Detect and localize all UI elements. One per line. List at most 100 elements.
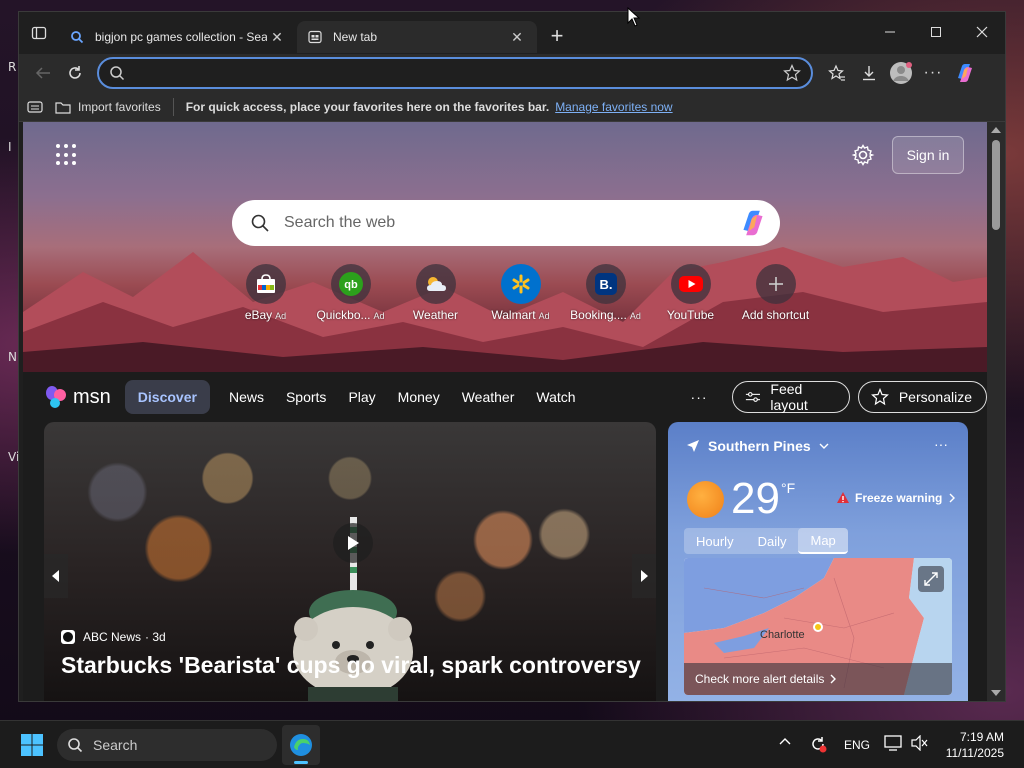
chevron-right-icon — [949, 493, 956, 503]
start-button[interactable] — [20, 733, 44, 762]
scroll-down-icon[interactable] — [987, 687, 1005, 699]
news-headline[interactable]: Starbucks 'Bearista' cups go viral, spar… — [61, 652, 651, 679]
freeze-warning-link[interactable]: Freeze warning — [836, 491, 956, 505]
close-window-button[interactable] — [959, 12, 1005, 52]
ad-badge: Ad — [275, 311, 287, 321]
address-bar[interactable] — [97, 57, 813, 89]
refresh-icon — [69, 66, 81, 79]
temperature-unit[interactable]: °F — [781, 480, 795, 496]
desktop-icon-label[interactable]: N — [8, 350, 17, 364]
show-hidden-icons-button[interactable] — [778, 735, 792, 749]
nav-tab-money[interactable]: Money — [387, 380, 451, 414]
title-bar: bigjon pc games collection - Sear ✕ New … — [19, 12, 1005, 54]
chevron-right-icon — [830, 674, 837, 684]
desktop-icon-label[interactable]: I — [8, 140, 12, 154]
expand-map-button[interactable] — [918, 566, 944, 592]
profile-button[interactable] — [885, 57, 917, 89]
taskbar-edge-button[interactable] — [282, 725, 320, 765]
weather-tab-map[interactable]: Map — [798, 528, 848, 554]
search-icon — [110, 66, 125, 81]
nav-tab-weather[interactable]: Weather — [451, 380, 526, 414]
clock-time: 7:19 AM — [959, 730, 1004, 744]
weather-map[interactable]: Charlotte Check more alert details — [684, 558, 952, 695]
network-icon[interactable] — [884, 735, 902, 756]
page-scrollbar[interactable] — [987, 122, 1005, 701]
downloads-button[interactable] — [853, 57, 885, 89]
weather-location[interactable]: Southern Pines — [686, 438, 829, 454]
taskbar-search[interactable]: Search — [57, 729, 277, 761]
weather-more-button[interactable]: ··· — [934, 436, 948, 452]
msn-logo[interactable]: msn — [45, 385, 111, 409]
settings-more-button[interactable]: ··· — [917, 57, 949, 89]
web-search-input[interactable] — [284, 214, 738, 232]
msn-nav-bar: msn Discover News Sports Play Money Weat… — [23, 372, 987, 422]
nav-tab-news[interactable]: News — [218, 380, 275, 414]
favorites-hint: For quick access, place your favorites h… — [185, 99, 550, 114]
star-favorite-icon[interactable] — [783, 64, 801, 82]
minimize-button[interactable] — [867, 12, 913, 52]
tab-search[interactable]: bigjon pc games collection - Sear ✕ — [59, 21, 297, 53]
import-favorites-button[interactable]: Import favorites — [78, 100, 161, 114]
shortcut-ebay[interactable]: eBay Ad — [223, 264, 308, 322]
window-controls — [867, 12, 1005, 52]
scroll-up-icon[interactable] — [987, 124, 1005, 136]
favorites-button[interactable] — [821, 57, 853, 89]
back-button[interactable] — [27, 57, 59, 89]
windows-logo-icon — [21, 734, 43, 756]
shortcut-walmart[interactable]: Walmart Ad — [478, 264, 563, 322]
address-input[interactable] — [135, 65, 783, 81]
ad-badge: Ad — [629, 311, 641, 321]
favorites-icon — [828, 64, 845, 81]
tab-new-tab[interactable]: New tab ✕ — [297, 21, 537, 53]
booking-icon: B. — [585, 264, 626, 304]
tab-actions-button[interactable] — [19, 12, 59, 54]
nav-tab-play[interactable]: Play — [337, 380, 386, 414]
feed-layout-button[interactable]: Feed layout — [731, 381, 850, 413]
weather-tab-daily[interactable]: Daily — [746, 528, 799, 554]
nav-tab-discover[interactable]: Discover — [124, 380, 210, 414]
play-video-button[interactable] — [333, 523, 373, 563]
desktop-icon-label[interactable]: R — [8, 60, 16, 74]
carousel-next-button[interactable] — [632, 554, 656, 598]
weather-tab-hourly[interactable]: Hourly — [684, 528, 746, 554]
news-age: · 3d — [145, 630, 166, 644]
refresh-button[interactable] — [59, 57, 91, 89]
alert-details-link[interactable]: Check more alert details — [684, 663, 952, 695]
gear-icon[interactable] — [851, 143, 875, 167]
new-tab-button[interactable]: + — [539, 20, 575, 52]
ebay-icon — [245, 264, 286, 304]
tab-title: New tab — [333, 30, 378, 44]
shortcut-weather[interactable]: Weather — [393, 264, 478, 322]
manage-favorites-link[interactable]: Manage favorites now — [555, 100, 672, 114]
apps-launcher-icon[interactable] — [56, 144, 78, 166]
scroll-thumb[interactable] — [992, 140, 1000, 230]
shortcut-add[interactable]: Add shortcut — [733, 264, 818, 322]
close-tab-icon[interactable]: ✕ — [507, 27, 527, 47]
web-search-box[interactable] — [232, 200, 780, 246]
copilot-button[interactable] — [949, 57, 981, 89]
sign-in-button[interactable]: Sign in — [892, 136, 964, 174]
language-indicator[interactable]: ENG — [844, 738, 870, 752]
volume-muted-icon[interactable] — [910, 734, 928, 756]
more-dots-icon: ··· — [923, 64, 943, 81]
sync-status-icon[interactable] — [808, 734, 828, 759]
shortcut-youtube[interactable]: YouTube — [648, 264, 733, 322]
system-clock[interactable]: 7:19 AM 11/11/2025 — [946, 729, 1004, 761]
copilot-icon[interactable] — [738, 208, 768, 238]
sparkle-edit-icon — [870, 388, 889, 406]
svg-text:B.: B. — [599, 277, 612, 292]
personalize-button[interactable]: Personalize — [857, 381, 987, 413]
shortcut-quickbooks[interactable]: qb Quickbo... Ad — [308, 264, 393, 322]
location-name: Southern Pines — [708, 438, 811, 454]
mouse-cursor-icon — [627, 7, 641, 27]
news-card[interactable]: ABC News · 3d Starbucks 'Bearista' cups … — [44, 422, 656, 701]
nav-tab-sports[interactable]: Sports — [275, 380, 337, 414]
nav-more-button[interactable]: ··· — [691, 389, 708, 405]
maximize-button[interactable] — [913, 12, 959, 52]
shortcut-booking[interactable]: B. Booking.... Ad — [563, 264, 648, 322]
search-favicon-icon — [69, 29, 85, 45]
favorites-bar-icon[interactable] — [27, 100, 43, 114]
nav-tab-watch[interactable]: Watch — [525, 380, 586, 414]
carousel-prev-button[interactable] — [44, 554, 68, 598]
close-tab-icon[interactable]: ✕ — [267, 27, 287, 47]
